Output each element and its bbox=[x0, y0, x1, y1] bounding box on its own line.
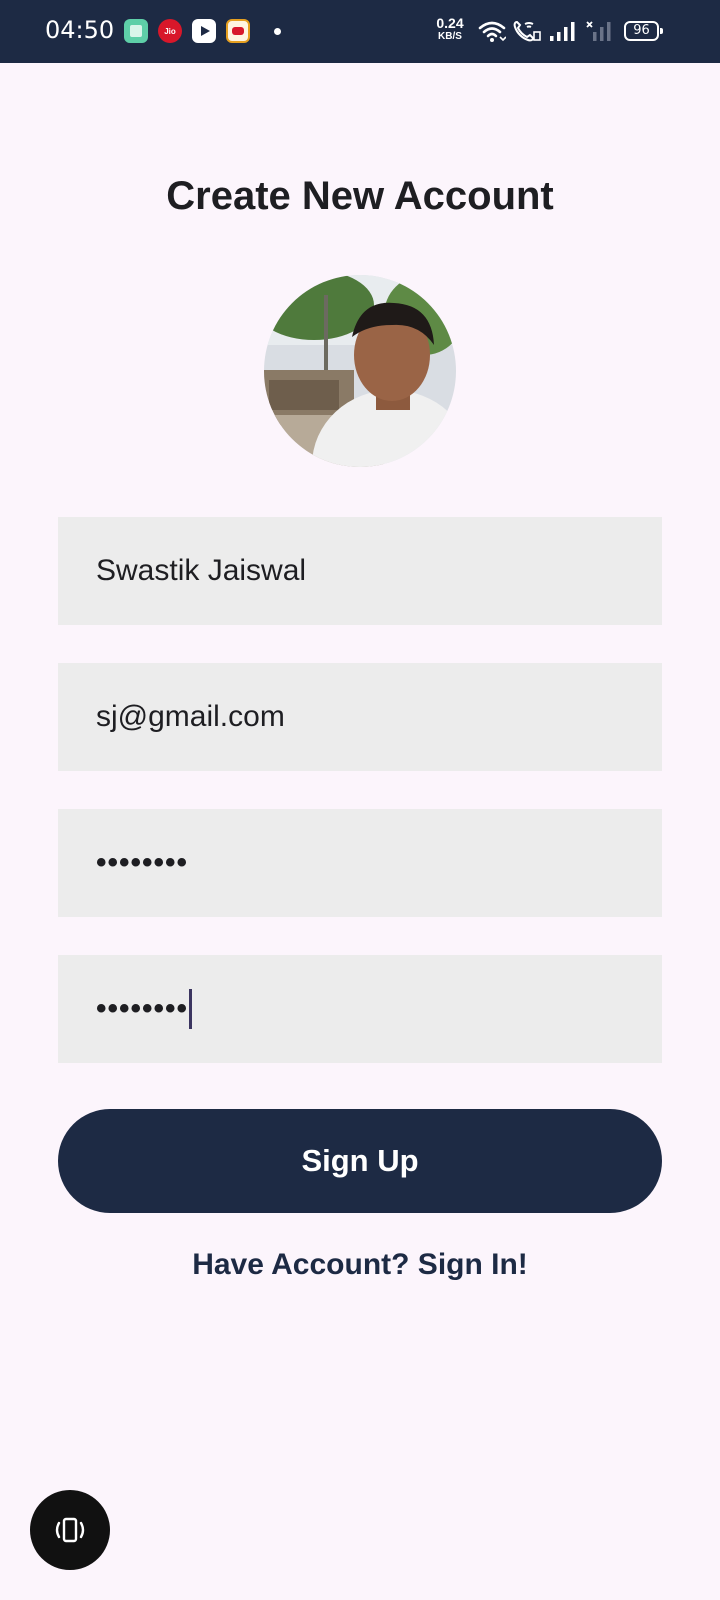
confirm-password-value: •••••••• bbox=[96, 992, 189, 1025]
full-name-field[interactable]: Swastik Jaiswal bbox=[58, 517, 662, 625]
youtube-icon bbox=[192, 19, 216, 43]
gallery-icon bbox=[124, 19, 148, 43]
page-title: Create New Account bbox=[166, 174, 554, 218]
game-icon bbox=[226, 19, 250, 43]
network-speed-unit: KB/S bbox=[438, 31, 462, 42]
profile-photo bbox=[264, 275, 456, 467]
profile-avatar[interactable] bbox=[264, 275, 456, 467]
notification-dot-icon bbox=[274, 28, 281, 35]
email-field[interactable]: sj@gmail.com bbox=[58, 663, 662, 771]
wifi-calling-icon bbox=[513, 20, 541, 42]
no-signal-icon bbox=[586, 21, 611, 41]
text-cursor bbox=[189, 989, 193, 1029]
rotate-phone-icon bbox=[55, 1517, 85, 1543]
password-value: •••••••• bbox=[96, 846, 189, 879]
jio-icon: Jio bbox=[158, 19, 182, 43]
status-bar: 04:50 Jio 0.24 KB/S 96 bbox=[0, 0, 720, 63]
wifi-icon bbox=[478, 21, 506, 42]
sign-in-link[interactable]: Have Account? Sign In! bbox=[0, 1248, 720, 1282]
network-speed-value: 0.24 bbox=[436, 15, 464, 31]
status-time: 04:50 bbox=[45, 16, 115, 44]
password-field[interactable]: •••••••• bbox=[58, 809, 662, 917]
network-speed: 0.24 KB/S bbox=[433, 15, 467, 43]
screen-rotate-button[interactable] bbox=[30, 1490, 110, 1570]
full-name-value: Swastik Jaiswal bbox=[96, 554, 307, 587]
confirm-password-field[interactable]: •••••••• bbox=[58, 955, 662, 1063]
email-value: sj@gmail.com bbox=[96, 700, 285, 733]
signal-strength-icon bbox=[550, 22, 575, 41]
battery-icon: 96 bbox=[624, 21, 663, 41]
sign-up-button[interactable]: Sign Up bbox=[58, 1109, 662, 1213]
